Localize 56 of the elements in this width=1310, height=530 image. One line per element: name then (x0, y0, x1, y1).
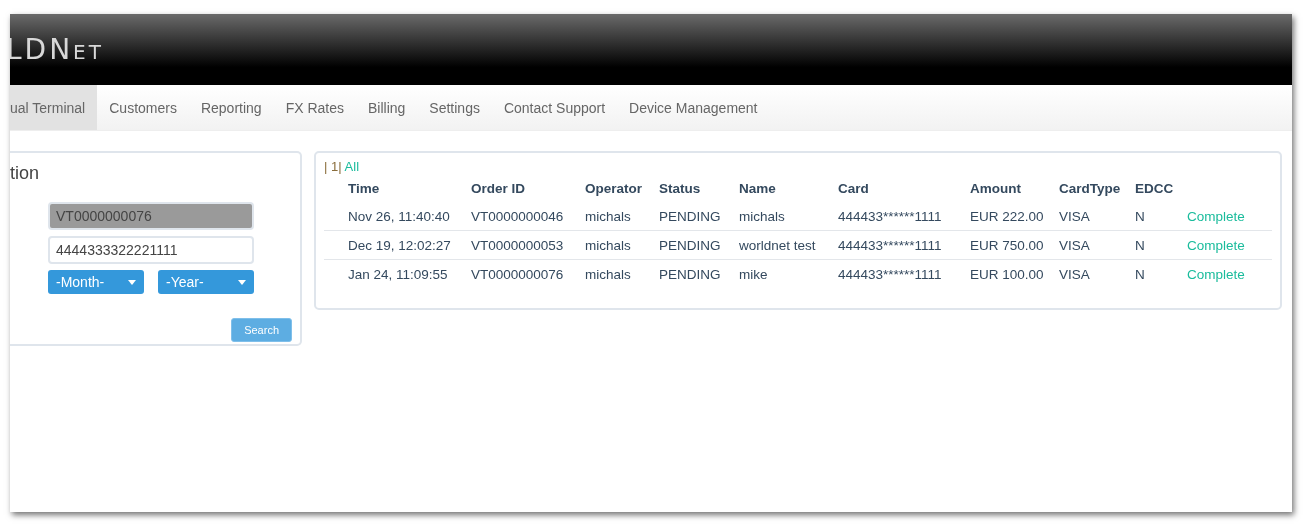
column-header: Amount (970, 180, 1022, 196)
table-cell-text: VISA (1059, 266, 1091, 282)
column-header: CardType (1059, 180, 1122, 196)
nav-tab[interactable]: Customers (97, 85, 189, 130)
nav-tab[interactable]: FX Rates (273, 85, 356, 130)
search-button[interactable]: Search (231, 318, 292, 342)
column-header: Status (659, 180, 702, 196)
complete-link[interactable]: Complete (1187, 237, 1245, 253)
table-cell-text: mike (739, 266, 769, 282)
nav-tab[interactable]: Device Management (617, 85, 770, 130)
table-cell-text: worldnet test (739, 237, 817, 253)
table-cell-text: michals (585, 266, 632, 282)
table-cell-text: VISA (1059, 208, 1091, 224)
table-cell-text: VISA (1059, 237, 1091, 253)
column-header: Card (838, 180, 870, 196)
table-cell-text: Jan 24, 11:09:55 (348, 266, 449, 282)
panel-title: tion (10, 163, 40, 184)
table-cell-text: Nov 26, 11:40:40 (348, 208, 451, 224)
table-cell-text: michals (739, 208, 786, 224)
card-number-field[interactable]: 4444333322221111 (48, 236, 254, 264)
column-header: Operator (585, 180, 643, 196)
column-header: Time (348, 180, 381, 196)
page-number: | 1| (324, 159, 342, 174)
table-cell-text: michals (585, 208, 632, 224)
table-cell-text: PENDING (659, 208, 722, 224)
year-dropdown[interactable]: -Year- (158, 270, 254, 294)
table-cell-text: 444433******1111 (838, 208, 943, 224)
nav-tab[interactable]: Contact Support (491, 85, 618, 130)
table-cell-text: 444433******1111 (838, 237, 943, 253)
table-cell-text: Dec 19, 12:02:27 (348, 237, 452, 253)
complete-link[interactable]: Complete (1187, 208, 1245, 224)
table-cell-text: EUR 100.00 (970, 266, 1045, 282)
nav-tab[interactable]: Reporting (188, 85, 274, 130)
nav-tab[interactable]: ual Terminal (10, 85, 98, 130)
table-cell-text: VT0000000076 (471, 266, 565, 282)
table-cell-text: N (1135, 208, 1146, 224)
complete-link[interactable]: Complete (1187, 266, 1245, 282)
table-cell-text: N (1135, 266, 1146, 282)
table-cell-text: EUR 750.00 (970, 237, 1045, 253)
nav-tab[interactable]: Billing (356, 85, 418, 130)
caret-icon (128, 279, 136, 285)
table-cell-text: michals (585, 237, 632, 253)
column-header: Order ID (471, 180, 526, 196)
caret-icon (238, 279, 246, 285)
table-cell-text: 444433******1111 (838, 266, 943, 282)
table-cell-text: EUR 222.00 (970, 208, 1045, 224)
column-header: EDCC (1135, 180, 1175, 196)
column-header: Name (739, 180, 777, 196)
table-cell-text: PENDING (659, 266, 722, 282)
table-cell-text: PENDING (659, 237, 722, 253)
all-link[interactable]: All (344, 159, 360, 174)
table-cell-text: VT0000000053 (471, 237, 565, 253)
nav-tab[interactable]: Settings (417, 85, 492, 130)
month-dropdown[interactable]: -Month- (48, 270, 144, 294)
table-cell-text: VT0000000046 (471, 208, 565, 224)
table-cell-text: N (1135, 237, 1146, 253)
